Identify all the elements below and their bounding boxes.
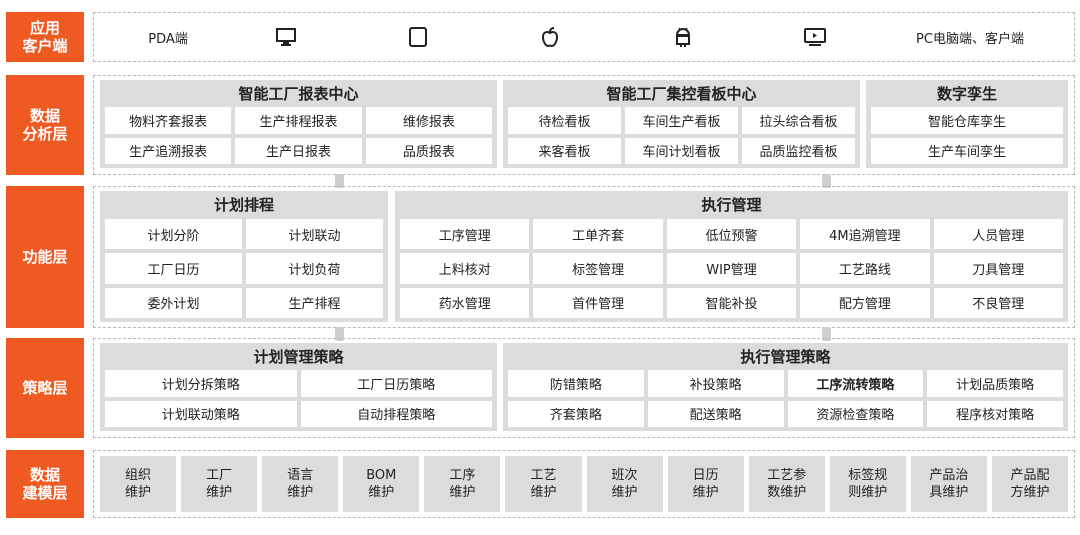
plan-grid: 计划分阶 计划联动 工厂日历 计划负荷 委外计划 生产排程 [105,219,383,318]
client-pc: PC电脑端、客户端 [916,31,1024,47]
report-item[interactable]: 生产日报表 [235,137,362,164]
exec-strategy-item[interactable]: 资源检查策略 [787,400,924,427]
tablet-icon [400,16,436,58]
exec-strategy-item[interactable]: 计划品质策略 [927,370,1063,397]
exec-strategy-title: 执行管理策略 [740,347,831,366]
exec-item[interactable]: 标签管理 [533,253,663,284]
plan-strategy-grid: 计划分拆策略 工厂日历策略 计划联动策略 自动排程策略 [105,370,492,427]
modeling-item[interactable]: 产品配 方维护 [991,456,1068,512]
exec-item[interactable]: 4M追溯管理 [800,219,930,250]
exec-item[interactable]: 工艺路线 [800,253,930,284]
exec-strategy-item[interactable]: 工序流转策略 [787,370,924,397]
twin-item[interactable]: 智能仓库孪生 [871,107,1063,134]
exec-item[interactable]: 工单齐套 [533,219,663,250]
board-item[interactable]: 品质监控看板 [742,137,855,164]
modeling-item[interactable]: 工艺 维护 [505,456,582,512]
plan-schedule-panel: 计划排程 计划分阶 计划联动 工厂日历 计划负荷 委外计划 生产排程 [100,191,388,322]
plan-item[interactable]: 工厂日历 [105,253,242,284]
modeling-item[interactable]: 组织 维护 [100,456,177,512]
exec-item[interactable]: 工序管理 [400,219,530,250]
board-grid: 待检看板 车间生产看板 拉头综合看板 来客看板 车间计划看板 品质监控看板 [508,107,855,164]
twin-grid: 智能仓库孪生 生产车间孪生 [871,107,1063,164]
report-item[interactable]: 品质报表 [365,137,492,164]
modeling-item[interactable]: 工序 维护 [424,456,501,512]
digital-twin-panel: 数字孪生 智能仓库孪生 生产车间孪生 [866,80,1068,168]
plan-item[interactable]: 生产排程 [246,287,383,318]
modeling-item[interactable]: 工艺参 数维护 [748,456,825,512]
layer-label-analysis: 数据 分析层 [6,75,84,175]
board-item[interactable]: 来客看板 [508,137,621,164]
modeling-item[interactable]: 班次 维护 [586,456,663,512]
board-center-panel: 智能工厂集控看板中心 待检看板 车间生产看板 拉头综合看板 来客看板 车间计划看… [503,80,860,168]
modeling-item[interactable]: 产品治 具维护 [910,456,987,512]
exec-item[interactable]: 不良管理 [933,287,1063,318]
android-icon [665,16,701,58]
exec-management-panel: 执行管理 工序管理 工单齐套 低位预警 4M追溯管理 人员管理 上料核对 标签管… [395,191,1068,322]
exec-strategy-panel: 执行管理策略 防错策略 补投策略 工序流转策略 计划品质策略 齐套策略 配送策略… [503,343,1068,431]
plan-strategy-panel: 计划管理策略 计划分拆策略 工厂日历策略 计划联动策略 自动排程策略 [100,343,497,431]
exec-strategy-item[interactable]: 程序核对策略 [927,400,1063,427]
exec-item[interactable]: WIP管理 [666,253,797,284]
report-item[interactable]: 维修报表 [365,107,492,134]
modeling-grid: 组织 维护 工厂 维护 语言 维护 BOM 维护 工序 维护 工艺 维护 班次 … [100,456,1068,512]
board-center-title: 智能工厂集控看板中心 [606,84,757,103]
exec-strategy-item[interactable]: 配送策略 [647,400,784,427]
exec-strategy-item[interactable]: 防错策略 [508,370,644,397]
report-center-panel: 智能工厂报表中心 物料齐套报表 生产排程报表 维修报表 生产追溯报表 生产日报表… [100,80,497,168]
board-item[interactable]: 待检看板 [508,107,621,134]
exec-grid: 工序管理 工单齐套 低位预警 4M追溯管理 人员管理 上料核对 标签管理 WIP… [400,219,1063,318]
exec-item[interactable]: 上料核对 [400,253,530,284]
exec-item[interactable]: 配方管理 [800,287,930,318]
layer-label-function: 功能层 [6,186,84,328]
plan-strategy-item[interactable]: 计划联动策略 [105,400,297,427]
exec-item[interactable]: 人员管理 [933,219,1063,250]
plan-schedule-title: 计划排程 [213,195,274,214]
client-pda: PDA端 [148,31,188,47]
plan-item[interactable]: 计划负荷 [246,253,383,284]
report-item[interactable]: 生产追溯报表 [105,137,232,164]
layer-label-modeling: 数据 建模层 [6,450,84,518]
plan-item[interactable]: 委外计划 [105,287,242,318]
plan-strategy-title: 计划管理策略 [253,347,344,366]
modeling-item[interactable]: 标签规 则维护 [829,456,906,512]
exec-item[interactable]: 药水管理 [400,287,530,318]
exec-item[interactable]: 低位预警 [666,219,797,250]
modeling-item[interactable]: 工厂 维护 [181,456,258,512]
layer-label-client: 应用 客户端 [6,12,84,62]
exec-item[interactable]: 首件管理 [533,287,663,318]
exec-management-title: 执行管理 [701,195,762,214]
board-item[interactable]: 车间生产看板 [625,107,738,134]
modeling-item[interactable]: BOM 维护 [343,456,420,512]
layer-label-strategy: 策略层 [6,338,84,438]
board-item[interactable]: 拉头综合看板 [742,107,855,134]
report-grid: 物料齐套报表 生产排程报表 维修报表 生产追溯报表 生产日报表 品质报表 [105,107,492,164]
exec-item[interactable]: 智能补投 [666,287,797,318]
report-item[interactable]: 物料齐套报表 [105,107,232,134]
plan-item[interactable]: 计划分阶 [105,219,242,250]
exec-strategy-grid: 防错策略 补投策略 工序流转策略 计划品质策略 齐套策略 配送策略 资源检查策略… [508,370,1063,427]
digital-twin-title: 数字孪生 [936,84,997,103]
exec-strategy-item[interactable]: 补投策略 [647,370,784,397]
plan-strategy-item[interactable]: 自动排程策略 [300,400,492,427]
plan-item[interactable]: 计划联动 [246,219,383,250]
tv-icon [797,16,833,58]
exec-item[interactable]: 刀具管理 [933,253,1063,284]
board-item[interactable]: 车间计划看板 [625,137,738,164]
report-center-title: 智能工厂报表中心 [238,84,359,103]
monitor-icon [268,16,304,58]
exec-strategy-item[interactable]: 齐套策略 [508,400,644,427]
modeling-item[interactable]: 日历 维护 [667,456,744,512]
twin-item[interactable]: 生产车间孪生 [871,137,1063,164]
report-item[interactable]: 生产排程报表 [235,107,362,134]
modeling-item[interactable]: 语言 维护 [262,456,339,512]
plan-strategy-item[interactable]: 工厂日历策略 [300,370,492,397]
apple-icon [532,16,568,58]
plan-strategy-item[interactable]: 计划分拆策略 [105,370,297,397]
